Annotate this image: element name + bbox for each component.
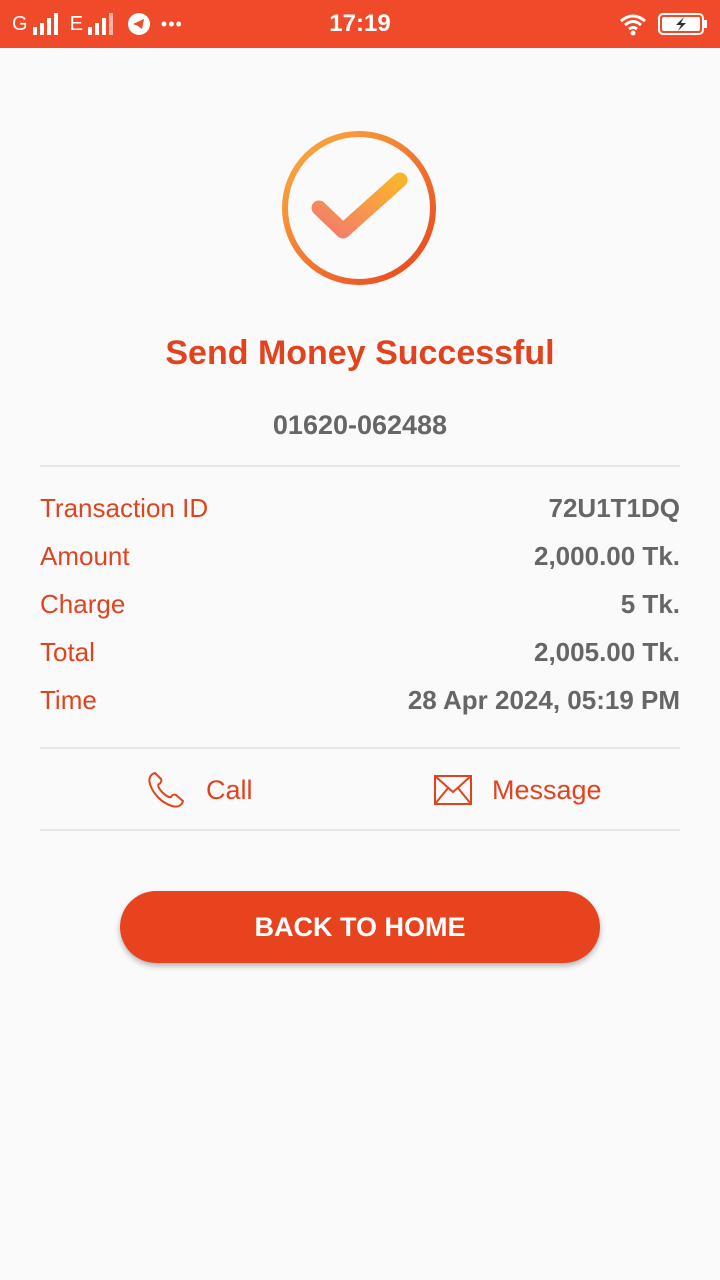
detail-label: Total [40, 637, 95, 667]
detail-value: 2,000.00 Tk. [534, 541, 680, 571]
status-time: 17:19 [329, 10, 391, 37]
divider [40, 829, 680, 831]
detail-value: 72U1T1DQ [548, 493, 681, 523]
detail-label: Charge [40, 589, 126, 619]
detail-label: Time [40, 685, 97, 715]
detail-row-amount: Amount 2,000.00 Tk. [40, 536, 680, 576]
call-label: Call [206, 774, 253, 805]
envelope-icon [434, 775, 472, 805]
message-button[interactable]: Message [434, 766, 602, 814]
status-bar: G E ••• 17:19 [0, 0, 720, 48]
divider [40, 747, 680, 749]
back-to-home-button[interactable]: BACK TO HOME [120, 891, 600, 963]
checkmark-circle-icon [282, 131, 436, 285]
wifi-icon [620, 14, 646, 36]
detail-row-transaction-id: Transaction ID 72U1T1DQ [40, 488, 680, 528]
detail-value: 28 Apr 2024, 05:19 PM [407, 685, 680, 715]
message-label: Message [492, 774, 602, 805]
page-title: Send Money Successful [165, 334, 555, 372]
recipient-number: 01620-062488 [272, 410, 448, 440]
detail-label: Transaction ID [40, 493, 209, 523]
detail-label: Amount [40, 541, 130, 571]
status-right [618, 12, 708, 36]
detail-row-total: Total 2,005.00 Tk. [40, 632, 680, 672]
divider [40, 465, 680, 467]
detail-value: 5 Tk. [620, 589, 680, 619]
detail-row-charge: Charge 5 Tk. [40, 584, 680, 624]
phone-icon [148, 772, 184, 808]
call-button[interactable]: Call [146, 766, 253, 814]
detail-value: 2,005.00 Tk. [534, 637, 680, 667]
detail-row-time: Time 28 Apr 2024, 05:19 PM [40, 680, 680, 720]
battery-charging-icon [658, 13, 707, 35]
